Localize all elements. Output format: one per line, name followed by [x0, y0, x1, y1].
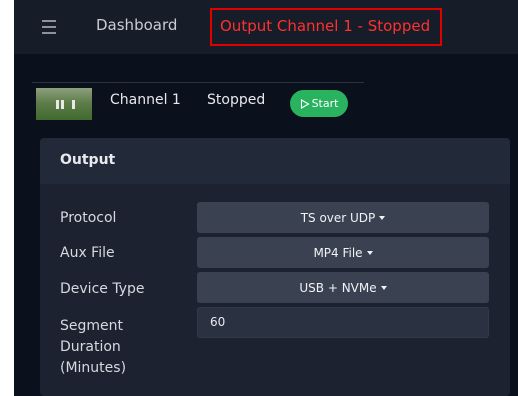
start-button[interactable]: Start [290, 90, 348, 117]
output-status-text: Output Channel 1 - Stopped [220, 17, 431, 35]
top-navbar: Dashboard Output Channel 1 - Stopped [14, 0, 518, 54]
device-type-value: USB + NVMe [299, 280, 377, 295]
channel-row: Channel 1 Stopped Start [32, 82, 364, 120]
caret-down-icon [380, 285, 387, 290]
protocol-label: Protocol [60, 210, 117, 226]
output-panel: Output Protocol TS over UDP Aux File MP4… [40, 138, 510, 396]
aux-file-value: MP4 File [313, 245, 363, 260]
output-panel-title: Output [60, 152, 116, 168]
device-type-label: Device Type [60, 281, 145, 297]
segment-duration-input[interactable]: 60 [197, 307, 489, 338]
protocol-dropdown[interactable]: TS over UDP [197, 202, 489, 233]
status-highlight-box: Output Channel 1 - Stopped [210, 8, 442, 46]
play-outline-icon [300, 98, 310, 109]
app-window: Dashboard Output Channel 1 - Stopped Cha… [14, 0, 518, 396]
output-panel-header: Output [40, 138, 510, 184]
channel-state: Stopped [207, 92, 266, 108]
dashboard-link[interactable]: Dashboard [96, 16, 177, 34]
channel-thumbnail [36, 88, 92, 120]
caret-down-icon [379, 215, 386, 220]
protocol-value: TS over UDP [300, 210, 376, 225]
caret-down-icon [366, 250, 373, 255]
device-type-dropdown[interactable]: USB + NVMe [197, 272, 489, 303]
segment-duration-label: Segment Duration (Minutes) [60, 318, 127, 376]
aux-file-dropdown[interactable]: MP4 File [197, 237, 489, 268]
start-button-label: Start [311, 97, 339, 110]
aux-file-label: Aux File [60, 245, 115, 261]
channel-name: Channel 1 [110, 92, 181, 108]
hamburger-menu-icon[interactable] [42, 17, 56, 37]
